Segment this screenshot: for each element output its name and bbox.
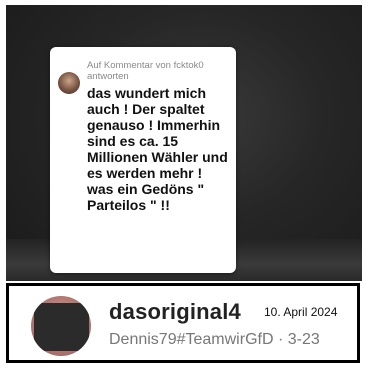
screenshot-frame: Auf Kommentar von fcktok0 antworten das … bbox=[0, 0, 366, 369]
comment-text: das wundert mich auch ! Der spaltet gena… bbox=[87, 85, 228, 213]
date-badge: 10. April 2024 bbox=[261, 303, 341, 321]
reply-comment-card: Auf Kommentar von fcktok0 antworten das … bbox=[50, 47, 236, 273]
reply-to-label: Auf Kommentar von fcktok0 antworten bbox=[87, 60, 204, 82]
post-info-bar: dasoriginal4 10. April 2024 Dennis79#Tea… bbox=[6, 283, 360, 363]
username[interactable]: dasoriginal4 bbox=[109, 299, 241, 325]
video-background[interactable]: Auf Kommentar von fcktok0 antworten das … bbox=[6, 5, 362, 281]
post-subtitle: Dennis79#TeamwirGfD · 3-23 bbox=[109, 331, 320, 348]
avatar[interactable] bbox=[31, 296, 91, 356]
commenter-avatar bbox=[58, 72, 80, 94]
avatar-redaction bbox=[34, 303, 89, 351]
